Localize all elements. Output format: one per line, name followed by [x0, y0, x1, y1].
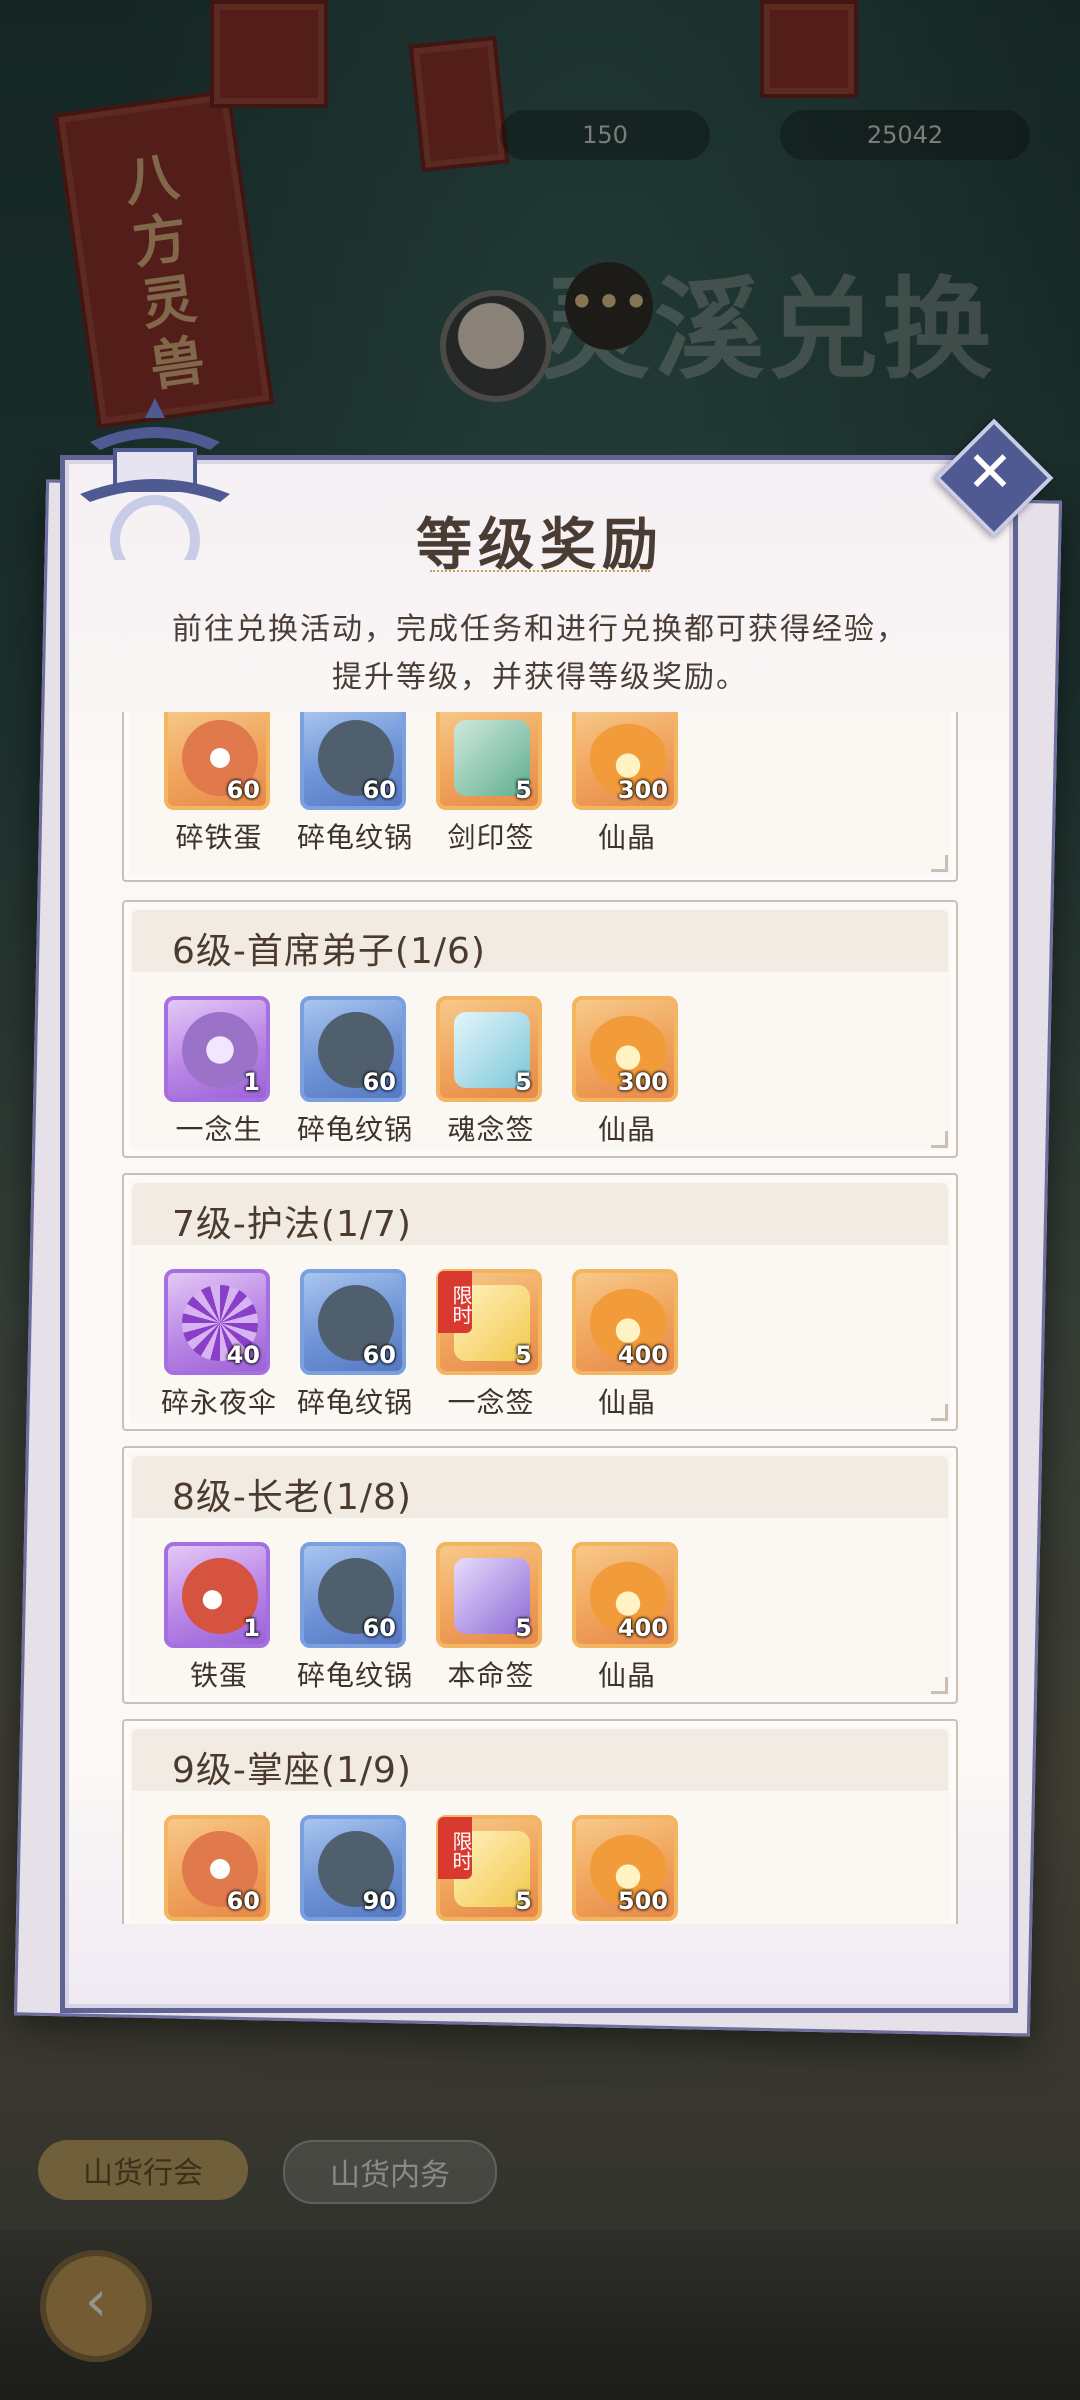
reward-card-level-8: 8级-长老(1/8) 1 铁蛋 60 碎龟纹锅 5 本命签 400 仙晶: [122, 1446, 958, 1704]
item-yongye-umbrella-fragment-icon[interactable]: 40: [164, 1269, 270, 1375]
limited-tag: 限时: [438, 1271, 473, 1333]
item-qty: 5: [515, 1887, 532, 1915]
item-xianjing-icon[interactable]: 300: [572, 712, 678, 810]
card-title: 7级-护法(1/7): [172, 1204, 412, 1245]
item-guiwen-pot-fragment-icon[interactable]: 60: [300, 1542, 406, 1648]
item-label: 魂念签: [447, 1113, 535, 1146]
item-xianjing-icon[interactable]: 400: [572, 1269, 678, 1375]
item-qty: 400: [617, 1341, 668, 1369]
reward-card-level-7: 7级-护法(1/7) 40 碎永夜伞 60 碎龟纹锅 限时 5 一念签 400 …: [122, 1173, 958, 1431]
item-qty: 1: [243, 1614, 260, 1642]
modal-title: 等级奖励: [416, 512, 664, 578]
item-hunnian-lot-icon[interactable]: 5: [436, 996, 542, 1102]
card-corner: [931, 1404, 948, 1421]
item-yinian-lot-icon[interactable]: 限时 5: [436, 1269, 542, 1375]
item-qty: 5: [515, 1068, 532, 1096]
item-tiedan-icon[interactable]: 1: [164, 1542, 270, 1648]
item-xianjing-icon[interactable]: 400: [572, 1542, 678, 1648]
item-label: 一念签: [447, 1386, 535, 1419]
item-qty: 1: [243, 1068, 260, 1096]
item-qty: 60: [226, 1887, 260, 1915]
item-qty: 40: [226, 1341, 260, 1369]
card-header: 8级-长老(1/8): [132, 1456, 948, 1518]
item-label: 碎永夜伞: [160, 1386, 277, 1419]
item-guiwen-pot-fragment-icon[interactable]: 60: [300, 712, 406, 810]
card-header: 9级-掌座(1/9): [132, 1729, 948, 1791]
reward-card: 60 碎铁蛋 60 碎龟纹锅 5 剑印签 300 仙晶: [122, 712, 958, 882]
item-yinian-lot-icon[interactable]: 限时 5: [436, 1815, 542, 1921]
modal-description: 前往兑换活动，完成任务和进行兑换都可获得经验， 提升等级，并获得等级奖励。: [130, 606, 950, 702]
item-qty: 5: [515, 776, 532, 804]
item-label: 碎龟纹锅: [296, 1659, 413, 1692]
card-header: 7级-护法(1/7): [132, 1183, 948, 1245]
card-title: 8级-长老(1/8): [172, 1477, 412, 1518]
item-tiedan-fragment-icon[interactable]: 60: [164, 712, 270, 810]
item-label: 本命签: [447, 1659, 535, 1692]
item-jianyin-lot-icon[interactable]: 5: [436, 712, 542, 810]
item-benming-lot-icon[interactable]: 5: [436, 1542, 542, 1648]
limited-tag: 限时: [438, 1817, 473, 1879]
card-corner: [931, 855, 948, 872]
description-line-1: 前往兑换活动，完成任务和进行兑换都可获得经验，: [172, 612, 908, 647]
item-qty: 60: [362, 1614, 396, 1642]
item-qty: 60: [362, 776, 396, 804]
item-yinian-sheng-icon[interactable]: 1: [164, 996, 270, 1102]
item-qty: 5: [515, 1341, 532, 1369]
item-qty: 90: [362, 1887, 396, 1915]
card-title: 6级-首席弟子(1/6): [172, 931, 486, 972]
item-label: 仙晶: [597, 1386, 656, 1419]
item-label: 仙晶: [597, 1659, 656, 1692]
item-qty: 500: [617, 1887, 668, 1915]
item-qty: 300: [617, 1068, 668, 1096]
item-label: 碎铁蛋: [175, 821, 263, 854]
card-corner: [931, 1677, 948, 1694]
item-qty: 60: [226, 776, 260, 804]
item-xianjing-icon[interactable]: 300: [572, 996, 678, 1102]
card-corner: [931, 1131, 948, 1148]
reward-card-level-6: 6级-首席弟子(1/6) 1 一念生 60 碎龟纹锅 5 魂念签 300 仙晶: [122, 900, 958, 1158]
item-label: 铁蛋: [189, 1659, 248, 1692]
item-label: 碎龟纹锅: [296, 821, 413, 854]
item-guiwen-pot-fragment-icon[interactable]: 60: [300, 1269, 406, 1375]
card-header: 6级-首席弟子(1/6): [132, 910, 948, 972]
item-label: 仙晶: [597, 821, 656, 854]
item-qty: 300: [617, 776, 668, 804]
item-qty: 5: [515, 1614, 532, 1642]
item-label: 一念生: [175, 1113, 263, 1146]
description-line-2: 提升等级，并获得等级奖励。: [332, 660, 748, 695]
item-guiwen-pot-fragment-icon[interactable]: 60: [300, 996, 406, 1102]
reward-card-level-9: 9级-掌座(1/9) 60 90 限时 5 500: [122, 1719, 958, 1924]
item-label: 仙晶: [597, 1113, 656, 1146]
item-guiwen-pot-fragment-icon[interactable]: 90: [300, 1815, 406, 1921]
item-qty: 60: [362, 1068, 396, 1096]
item-label: 碎龟纹锅: [296, 1113, 413, 1146]
title-ornament: [430, 570, 650, 578]
card-title: 9级-掌座(1/9): [172, 1750, 412, 1791]
item-xianjing-icon[interactable]: 500: [572, 1815, 678, 1921]
item-qty: 60: [362, 1341, 396, 1369]
item-label: 碎龟纹锅: [296, 1386, 413, 1419]
reward-list[interactable]: 60 碎铁蛋 60 碎龟纹锅 5 剑印签 300 仙晶 6级-首席弟子(1/6)…: [122, 712, 958, 1924]
item-label: 剑印签: [447, 821, 535, 854]
item-tiedan-fragment-icon[interactable]: 60: [164, 1815, 270, 1921]
item-qty: 400: [617, 1614, 668, 1642]
